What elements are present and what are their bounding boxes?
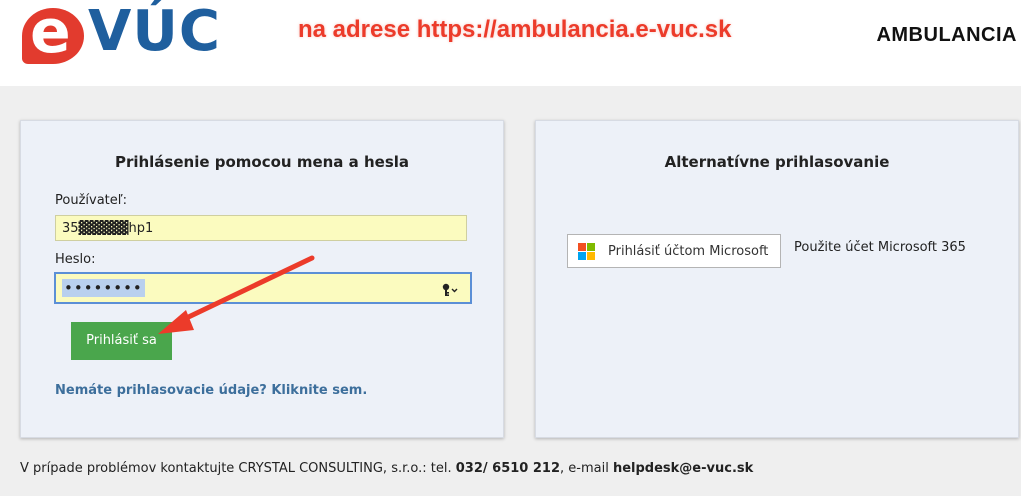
microsoft-login-label: Prihlásiť účtom Microsoft (608, 244, 769, 259)
password-input[interactable]: •••••••• (54, 272, 472, 304)
annotation-headline: na adrese https://ambulancia.e-vuc.sk (298, 16, 732, 43)
footer-text-mid: , e-mail (560, 461, 613, 476)
login-panel-title: Prihlásenie pomocou mena a hesla (114, 153, 410, 171)
footer-phone: 032/ 6510 212 (455, 461, 560, 476)
alt-login-panel: Alternatívne prihlasovanie Prihlásiť účt… (535, 120, 1019, 438)
logo-e-letter: e (30, 0, 71, 67)
help-link[interactable]: Nemáte prihlasovacie údaje? Kliknite sem… (55, 383, 367, 398)
login-panel: Prihlásenie pomocou mena a hesla Používa… (20, 120, 504, 438)
username-input[interactable]: 35▓▓▓▓▓hp1 (55, 215, 467, 241)
page-header: e VÚC na adrese https://ambulancia.e-vuc… (0, 0, 1021, 86)
username-value: 35▓▓▓▓▓hp1 (62, 221, 154, 236)
password-label: Heslo: (55, 252, 96, 267)
microsoft-login-button[interactable]: Prihlásiť účtom Microsoft (567, 234, 781, 268)
footer-text-prefix: V prípade problémov kontaktujte CRYSTAL … (20, 461, 456, 476)
alt-panel-title: Alternatívne prihlasovanie (664, 153, 890, 171)
key-icon[interactable] (442, 280, 460, 296)
password-value: •••••••• (62, 279, 145, 297)
evuc-logo[interactable]: e VÚC (22, 2, 222, 64)
main-area: Prihlásenie pomocou mena a hesla Používa… (0, 86, 1021, 496)
logo-text: VÚC (88, 0, 221, 64)
section-title: AMBULANCIA (876, 24, 1017, 46)
microsoft-logo-icon (578, 243, 596, 261)
username-label: Používateľ: (55, 193, 128, 208)
login-button[interactable]: Prihlásiť sa (71, 322, 172, 360)
footer-email: helpdesk@e-vuc.sk (612, 461, 754, 476)
footer-contact: V prípade problémov kontaktujte CRYSTAL … (20, 461, 753, 476)
microsoft-hint: Použite účet Microsoft 365 (794, 240, 966, 255)
